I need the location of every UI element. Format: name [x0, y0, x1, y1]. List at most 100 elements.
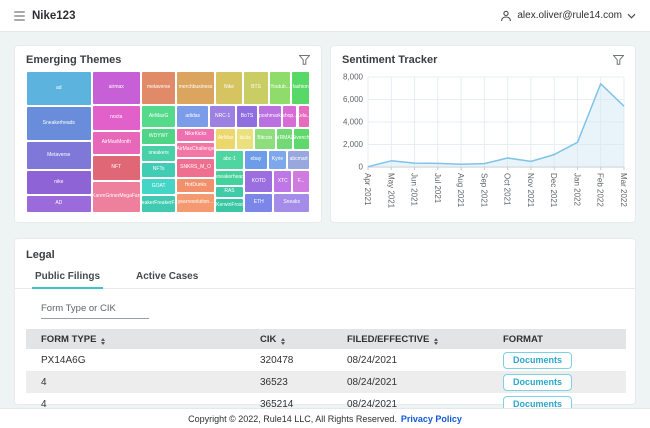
svg-text:6,000: 6,000: [343, 95, 364, 104]
sort-icon[interactable]: [281, 338, 285, 345]
treemap-cell[interactable]: Metaverse: [26, 141, 92, 170]
svg-text:Mar 2022: Mar 2022: [619, 173, 628, 207]
treemap-cell[interactable]: Givenchy: [293, 128, 310, 150]
treemap-cell[interactable]: AirMaxMonth: [92, 131, 141, 155]
page: Nike123 alex.oliver@rule14.com Emerging …: [0, 0, 650, 428]
treemap-cell[interactable]: Kela...: [298, 105, 310, 128]
table-row: PX14A6G32047808/24/2021Documents: [26, 349, 626, 371]
treemap-cell[interactable]: abc-1: [215, 150, 244, 170]
treemap-cell[interactable]: GOAT: [141, 178, 176, 195]
treemap-cell[interactable]: Youtub...: [269, 71, 291, 105]
tab-public-filings[interactable]: Public Filings: [32, 267, 103, 288]
treemap-cell[interactable]: WDYWT: [141, 128, 176, 145]
svg-text:Oct 2021: Oct 2021: [503, 173, 512, 206]
privacy-policy-link[interactable]: Privacy Policy: [401, 414, 462, 424]
sentiment-chart: 02,0004,0006,0008,000Apr 2021May 2021Jun…: [334, 71, 630, 219]
table-row: 43652308/24/2021Documents: [26, 371, 626, 393]
treemap-cell[interactable]: nike: [26, 170, 92, 195]
svg-text:May 2021: May 2021: [386, 173, 395, 209]
treemap-cell[interactable]: BTS: [243, 71, 269, 105]
legal-card: Legal Public Filings Active Cases FORM TY…: [14, 238, 636, 405]
tab-active-cases[interactable]: Active Cases: [133, 267, 201, 288]
sentiment-tracker-card: Sentiment Tracker 02,0004,0006,0008,000A…: [330, 45, 636, 223]
column-header: FORMAT: [503, 329, 626, 349]
treemap-cell[interactable]: AirMaxG: [141, 105, 176, 128]
footer: Copyright © 2022, Rule14 LLC, All Rights…: [0, 408, 650, 428]
chevron-down-icon: [627, 13, 636, 19]
documents-button[interactable]: Documents: [503, 352, 572, 369]
svg-text:8,000: 8,000: [343, 73, 364, 82]
svg-text:0: 0: [359, 163, 364, 172]
treemap-cell[interactable]: KarenGrinerMegaFan: [92, 181, 141, 213]
treemap-cell[interactable]: sneakerhead: [215, 170, 244, 186]
filter-funnel-icon[interactable]: [613, 55, 624, 65]
treemap-cell[interactable]: poshmark: [258, 105, 282, 128]
treemap-cell[interactable]: ebay: [244, 150, 268, 170]
treemap-cell[interactable]: Sneaks: [273, 193, 310, 213]
filings-header-row: FORM TYPECIKFILED/EFFECTIVEFORMAT: [26, 329, 626, 349]
treemap-cell[interactable]: merchbusiness: [176, 71, 215, 105]
treemap-cell[interactable]: NikeKicks: [176, 128, 215, 142]
treemap-cell[interactable]: adidas: [176, 105, 209, 128]
documents-button[interactable]: Documents: [503, 374, 572, 391]
treemap-cell[interactable]: fashion: [291, 71, 310, 105]
legal-title: Legal: [15, 239, 635, 267]
form-type-cik-input[interactable]: [41, 303, 149, 319]
user-menu[interactable]: alex.oliver@rule14.com: [500, 10, 636, 22]
column-header[interactable]: CIK: [260, 329, 347, 349]
table-cell: 4: [26, 371, 260, 393]
filings-body: PX14A6G32047808/24/2021Documents43652308…: [26, 349, 626, 415]
treemap-cell[interactable]: AIRMAX: [276, 128, 294, 150]
hamburger-menu-icon[interactable]: [14, 11, 25, 21]
treemap-cell[interactable]: KOTD: [244, 170, 273, 193]
treemap-cell[interactable]: yearresolution...: [176, 193, 215, 213]
sort-icon[interactable]: [434, 338, 438, 345]
svg-text:Apr 2021: Apr 2021: [363, 173, 372, 206]
treemap-cell[interactable]: RAS: [215, 186, 244, 198]
svg-text:Jun 2021: Jun 2021: [410, 173, 419, 206]
table-cell: 320478: [260, 349, 347, 371]
treemap-cell[interactable]: Kyrie: [268, 150, 288, 170]
treemap-cell[interactable]: Nike: [215, 71, 243, 105]
treemap-cell[interactable]: ad: [26, 71, 92, 106]
treemap-cell[interactable]: XTC: [273, 170, 292, 193]
brand: Nike123: [14, 10, 75, 22]
treemap-cell[interactable]: NRC-1: [209, 105, 236, 128]
sort-icon[interactable]: [101, 338, 105, 345]
treemap-cell[interactable]: AD: [26, 195, 92, 213]
table-cell: 08/24/2021: [347, 349, 503, 371]
treemap-cell[interactable]: AirMax: [215, 128, 237, 150]
treemap-cell[interactable]: NFT: [92, 155, 141, 181]
treemap-cell[interactable]: nocta: [92, 105, 141, 131]
main-content: Emerging Themes adSneakerheadsMetaversen…: [0, 32, 650, 408]
treemap-cell[interactable]: SNKRS_M_O: [176, 158, 215, 178]
svg-text:Aug 2021: Aug 2021: [456, 173, 465, 208]
svg-text:Jan 2022: Jan 2022: [573, 173, 582, 206]
treemap-cell[interactable]: AirMaxChallenge: [176, 142, 215, 158]
treemap-cell[interactable]: Sneakerheads: [26, 106, 92, 141]
emerging-themes-card: Emerging Themes adSneakerheadsMetaversen…: [14, 45, 322, 223]
sentiment-chart-svg: 02,0004,0006,0008,000Apr 2021May 2021Jun…: [334, 71, 630, 219]
column-header[interactable]: FORM TYPE: [26, 329, 260, 349]
filter-funnel-icon[interactable]: [299, 55, 310, 65]
treemap-cell[interactable]: SneakerFreakerFam: [141, 195, 176, 213]
treemap: adSneakerheadsMetaversenikeAD airmaxnocta…: [26, 71, 310, 213]
legal-tabs: Public Filings Active Cases: [15, 267, 635, 289]
treemap-cell[interactable]: sneakers: [141, 145, 176, 162]
treemap-cell[interactable]: F...: [292, 170, 310, 193]
treemap-cell[interactable]: BoTS: [236, 105, 258, 128]
treemap-cell[interactable]: HotDunks: [176, 178, 215, 193]
treemap-cell[interactable]: kicks: [236, 128, 254, 150]
treemap-cell[interactable]: KerwinFrost: [215, 198, 244, 213]
treemap-cell[interactable]: ETH: [244, 193, 273, 213]
table-cell: PX14A6G: [26, 349, 260, 371]
series-area: [368, 84, 624, 167]
svg-text:Dec 2021: Dec 2021: [549, 173, 558, 208]
treemap-cell[interactable]: Bitcoin: [254, 128, 276, 150]
treemap-cell[interactable]: shop...: [282, 105, 297, 128]
treemap-cell[interactable]: airmax: [92, 71, 141, 105]
treemap-cell[interactable]: NFTs: [141, 162, 176, 178]
column-header[interactable]: FILED/EFFECTIVE: [347, 329, 503, 349]
treemap-cell[interactable]: abcmart: [287, 150, 310, 170]
treemap-cell[interactable]: metaverse: [141, 71, 176, 105]
